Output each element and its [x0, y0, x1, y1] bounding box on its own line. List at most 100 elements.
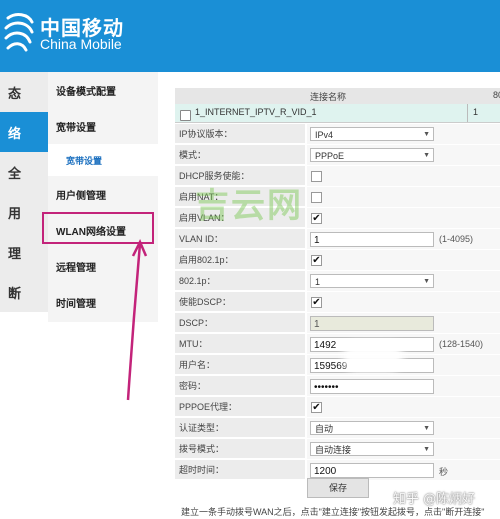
field-value-cell: •••••••: [307, 376, 500, 397]
chevron-down-icon: ▼: [423, 446, 430, 453]
form-row: 超时时间： 1200 秒: [175, 460, 500, 481]
field-value-cell: 1492 (128-1540): [307, 334, 500, 355]
secondary-nav: 设备模式配置 宽带设置 宽带设置 用户侧管理 WLAN网络设置 远程管理 时间管…: [48, 72, 158, 322]
field-value-cell: 自动 ▼: [307, 418, 500, 439]
connection-col2: 1: [473, 107, 479, 117]
form-row: 拨号模式： 自动连接 ▼: [175, 439, 500, 460]
checkbox-checked[interactable]: ✔: [311, 402, 322, 413]
text-input: 1: [310, 316, 434, 331]
field-hint: 秒: [439, 467, 449, 477]
wan-list-header: 连接名称 80: [175, 88, 500, 105]
nav-item-diagnosis[interactable]: 断: [0, 272, 48, 312]
form-row: 密码： •••••••: [175, 376, 500, 397]
dropdown-value: 自动连接: [315, 445, 352, 455]
form-row: 802.1p： 1 ▼: [175, 271, 500, 292]
text-input[interactable]: •••••••: [310, 379, 434, 394]
field-label: 密码：: [175, 376, 305, 396]
column-divider: [467, 104, 468, 122]
form-row: PPPOE代理： ✔: [175, 397, 500, 418]
text-input[interactable]: 1: [310, 232, 434, 247]
main-panel: 连接名称 80 1_INTERNET_IPTV_R_VID_1 1 IP协议版本…: [175, 88, 500, 519]
nav-item-application[interactable]: 用: [0, 192, 48, 232]
field-value-cell: ✔: [307, 208, 500, 229]
subnav-broadband-settings[interactable]: 宽带设置: [48, 144, 158, 176]
dropdown-value: PPPoE: [315, 151, 345, 161]
form-row: 认证类型： 自动 ▼: [175, 418, 500, 439]
field-value-cell: 1: [307, 313, 500, 334]
column-header-name: 连接名称: [310, 92, 347, 102]
field-label: 使能DSCP：: [175, 292, 305, 312]
dropdown-value: IPv4: [315, 130, 334, 140]
subnav-user-side[interactable]: 用户侧管理: [48, 176, 158, 212]
chevron-down-icon: ▼: [423, 425, 430, 432]
nav-item-management[interactable]: 理: [0, 232, 48, 272]
save-button[interactable]: 保存: [307, 478, 369, 498]
nav-item-status[interactable]: 态: [0, 72, 48, 112]
field-value-cell: 自动连接 ▼: [307, 439, 500, 460]
form-row: MTU： 1492 (128-1540): [175, 334, 500, 355]
field-hint: (1-4095): [439, 234, 474, 244]
brand-name-en: China Mobile: [40, 36, 122, 52]
checkbox-checked[interactable]: ✔: [311, 255, 322, 266]
field-label: 模式：: [175, 145, 305, 165]
subnav-broadband[interactable]: 宽带设置: [48, 108, 158, 144]
form-row: DSCP： 1: [175, 313, 500, 334]
form-row: 模式： PPPoE ▼: [175, 145, 500, 166]
chevron-down-icon: ▼: [423, 152, 430, 159]
form-row: 用户名： 159569: [175, 355, 500, 376]
chevron-down-icon: ▼: [423, 278, 430, 285]
primary-nav: 态 络 全 用 理 断: [0, 72, 48, 312]
field-value-cell: 159569: [307, 355, 500, 376]
field-label: 用户名：: [175, 355, 305, 375]
dropdown-select[interactable]: 自动连接 ▼: [310, 442, 434, 456]
watermark-center: 吉云网: [195, 186, 303, 226]
field-value-cell: [307, 166, 500, 187]
text-input[interactable]: 1200: [310, 463, 434, 478]
dropdown-value: 自动: [315, 424, 334, 434]
field-label: VLAN ID：: [175, 229, 305, 249]
field-label: 802.1p：: [175, 271, 305, 291]
field-value-cell: [307, 187, 500, 208]
field-label: 认证类型：: [175, 418, 305, 438]
field-label: MTU：: [175, 334, 305, 354]
checkbox-checked[interactable]: ✔: [311, 213, 322, 224]
field-label: IP协议版本：: [175, 124, 305, 144]
subnav-time[interactable]: 时间管理: [48, 284, 158, 320]
dropdown-select[interactable]: IPv4 ▼: [310, 127, 434, 141]
field-label: 启用802.1p：: [175, 250, 305, 270]
checkbox-unchecked[interactable]: [311, 192, 322, 203]
checkbox-unchecked[interactable]: [311, 171, 322, 182]
form-row: VLAN ID： 1 (1-4095): [175, 229, 500, 250]
field-label: PPPOE代理：: [175, 397, 305, 417]
field-value-cell: 1 ▼: [307, 271, 500, 292]
field-value-cell: 1 (1-4095): [307, 229, 500, 250]
redaction-blur: [343, 342, 403, 372]
field-label: 拨号模式：: [175, 439, 305, 459]
field-value-cell: ✔: [307, 397, 500, 418]
field-label: DSCP：: [175, 313, 305, 333]
china-mobile-logo-icon: [4, 13, 34, 52]
column-header-2: 80: [493, 90, 500, 100]
dropdown-select[interactable]: 自动 ▼: [310, 421, 434, 435]
form-row: 启用802.1p： ✔: [175, 250, 500, 271]
subnav-device-mode[interactable]: 设备模式配置: [48, 72, 158, 108]
wan-list-row[interactable]: 1_INTERNET_IPTV_R_VID_1 1: [175, 104, 500, 123]
checkbox-checked[interactable]: ✔: [311, 297, 322, 308]
dropdown-select[interactable]: 1 ▼: [310, 274, 434, 288]
subnav-remote[interactable]: 远程管理: [48, 248, 158, 284]
form-row: IP协议版本： IPv4 ▼: [175, 124, 500, 145]
nav-item-security[interactable]: 全: [0, 152, 48, 192]
dropdown-select[interactable]: PPPoE ▼: [310, 148, 434, 162]
wlan-highlight-box: [42, 212, 154, 244]
field-value-cell: ✔: [307, 292, 500, 313]
field-hint: (128-1540): [439, 339, 484, 349]
nav-item-network[interactable]: 络: [0, 112, 48, 152]
header-bar: 中国移动 China Mobile: [0, 0, 500, 72]
row-select-checkbox[interactable]: [180, 110, 191, 121]
connection-name: 1_INTERNET_IPTV_R_VID_1: [195, 107, 317, 117]
dropdown-value: 1: [315, 277, 321, 287]
field-label: 超时时间：: [175, 460, 305, 480]
field-value-cell: IPv4 ▼: [307, 124, 500, 145]
field-value-cell: PPPoE ▼: [307, 145, 500, 166]
chevron-down-icon: ▼: [423, 131, 430, 138]
